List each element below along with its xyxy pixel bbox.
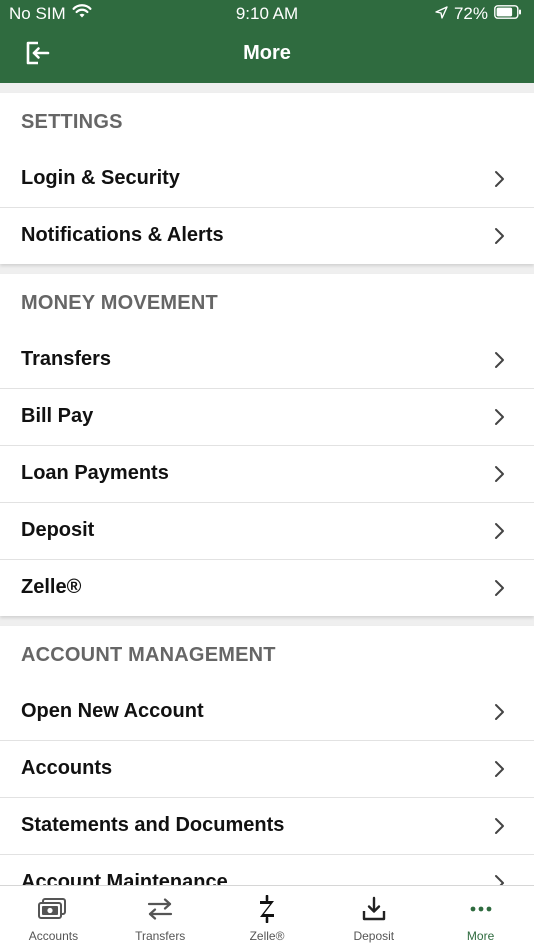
list-item-statements-documents[interactable]: Statements and Documents [0, 797, 534, 854]
page-title: More [243, 42, 291, 64]
chevron-right-icon [495, 579, 504, 596]
zelle-icon [256, 895, 278, 923]
list-item-deposit[interactable]: Deposit [0, 502, 534, 559]
list-item-label: Open New Account [21, 700, 204, 722]
chevron-right-icon [495, 817, 504, 834]
list-item-open-new-account[interactable]: Open New Account [0, 683, 534, 740]
tab-transfers[interactable]: Transfers [107, 886, 214, 951]
section-header: SETTINGS [21, 111, 123, 133]
location-icon [435, 4, 448, 24]
tab-label: Zelle® [249, 929, 285, 943]
chevron-right-icon [495, 760, 504, 777]
deposit-icon [361, 896, 387, 922]
section-account-management: ACCOUNT MANAGEMENT Open New Account Acco… [0, 626, 534, 885]
tab-label: More [466, 929, 495, 943]
list-item-zelle[interactable]: Zelle® [0, 559, 534, 616]
list-item-label: Transfers [21, 348, 112, 370]
section-settings: SETTINGS Login & Security Notifications … [0, 93, 534, 264]
status-bar: No SIM 9:10 AM 72% [0, 0, 534, 28]
list-item-accounts[interactable]: Accounts [0, 740, 534, 797]
more-icon [469, 896, 493, 922]
nav-bar: More [0, 28, 534, 83]
list-item-login-security[interactable]: Login & Security [0, 150, 534, 207]
list-item-label: Statements and Documents [21, 814, 285, 836]
battery-icon [494, 4, 522, 24]
list-item-account-maintenance[interactable]: Account Maintenance [0, 854, 534, 885]
tab-accounts[interactable]: Accounts [0, 886, 107, 951]
section-header: MONEY MOVEMENT [21, 292, 218, 314]
tab-label: Transfers [135, 929, 186, 943]
tab-deposit[interactable]: Deposit [320, 886, 427, 951]
chevron-right-icon [495, 408, 504, 425]
chevron-right-icon [495, 170, 504, 187]
battery-percent: 72% [453, 4, 488, 23]
list-item-loan-payments[interactable]: Loan Payments [0, 445, 534, 502]
chevron-right-icon [495, 227, 504, 244]
tab-more[interactable]: More [427, 886, 534, 951]
tab-zelle[interactable]: Zelle® [214, 886, 321, 951]
list-item-label: Accounts [21, 757, 113, 779]
list-item-label: Zelle® [21, 576, 82, 598]
list-item-transfers[interactable]: Transfers [0, 331, 534, 388]
transfers-icon [146, 896, 174, 922]
chevron-right-icon [495, 465, 504, 482]
chevron-right-icon [495, 522, 504, 539]
status-right: 72% [435, 4, 522, 24]
section-header: ACCOUNT MANAGEMENT [21, 644, 276, 666]
list-item-label: Bill Pay [21, 405, 94, 427]
chevron-right-icon [495, 874, 504, 885]
list-item-label: Notifications & Alerts [21, 224, 224, 246]
list-item-bill-pay[interactable]: Bill Pay [0, 388, 534, 445]
tab-label: Deposit [353, 929, 395, 943]
section-money-movement: MONEY MOVEMENT Transfers Bill Pay Loan P… [0, 274, 534, 616]
settings-list[interactable]: SETTINGS Login & Security Notifications … [0, 83, 534, 885]
chevron-right-icon [495, 703, 504, 720]
tab-label: Accounts [28, 929, 79, 943]
list-item-label: Login & Security [21, 167, 180, 189]
tab-bar: Accounts Transfers Zelle® Deposit More [0, 885, 534, 951]
chevron-right-icon [495, 351, 504, 368]
list-item-label: Deposit [21, 519, 95, 541]
accounts-icon [38, 896, 68, 922]
list-item-label: Loan Payments [21, 462, 169, 484]
list-item-label: Account Maintenance [21, 871, 228, 885]
list-item-notifications-alerts[interactable]: Notifications & Alerts [0, 207, 534, 264]
